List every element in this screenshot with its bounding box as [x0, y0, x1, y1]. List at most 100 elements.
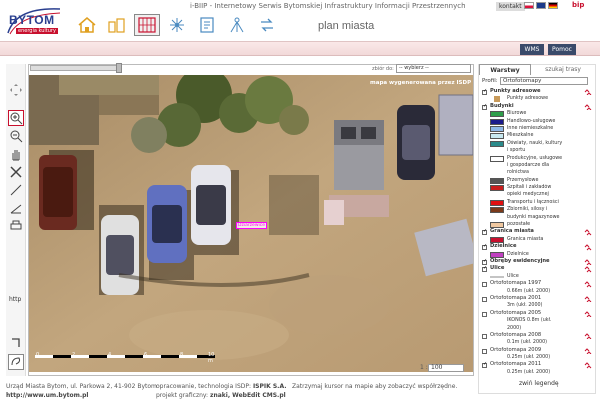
network-button[interactable] — [164, 14, 190, 36]
layer-row-8: i sportu — [481, 147, 594, 154]
http-link-label[interactable]: http — [9, 296, 21, 303]
layer-checkbox[interactable] — [482, 88, 487, 95]
fullscreen-button[interactable] — [8, 354, 24, 370]
footer-design-company[interactable]: znaki, WebEdit CMS.pl — [210, 392, 286, 399]
home-button[interactable] — [74, 14, 100, 36]
layer-checkbox[interactable] — [482, 228, 487, 236]
footer-url-text[interactable]: http://www.um.bytom.pl — [6, 392, 89, 399]
flag-de-icon[interactable] — [548, 2, 558, 9]
corner-tool-button[interactable] — [8, 334, 24, 350]
tab-warstwy[interactable]: Warstwy — [479, 64, 531, 75]
network-icon — [170, 18, 184, 32]
zoom-slider-handle[interactable] — [116, 63, 122, 73]
layer-row-9: Produkcyjne, usługowe — [481, 155, 594, 162]
layer-name: Obręby ewidencyjne — [490, 257, 550, 264]
document-button[interactable] — [194, 14, 220, 36]
legend-text: Mieszkalne — [507, 133, 534, 139]
legend-text: Szpitali i zakładów — [507, 185, 552, 191]
tab-pomoc[interactable]: Pomoc — [548, 44, 576, 55]
layer-checkbox[interactable] — [482, 282, 487, 288]
zoom-out-button[interactable] — [8, 128, 24, 144]
footer: Urząd Miasta Bytom, ul. Parkowa 2, 41-90… — [0, 378, 476, 413]
tab-bar — [0, 42, 600, 56]
layer-checkbox[interactable] — [482, 265, 487, 273]
flag-en-icon[interactable] — [536, 2, 546, 9]
legend-text: Oświaty, nauki, kultury — [507, 140, 563, 146]
legend-swatch — [490, 236, 504, 243]
layer-checkbox[interactable] — [482, 243, 487, 251]
layer-checkbox[interactable] — [482, 361, 487, 369]
legend-text: pozostałe — [507, 222, 531, 228]
buildings-button[interactable] — [104, 14, 130, 36]
legend-swatch — [490, 133, 504, 140]
measure-cross-button[interactable] — [8, 164, 24, 180]
transfer-button[interactable] — [254, 14, 280, 36]
zoom-scale-input[interactable]: 100 — [428, 364, 464, 372]
print-icon — [10, 220, 22, 230]
layer-checkbox[interactable] — [482, 103, 487, 110]
legend-text: Produkcyjne, usługowe — [507, 155, 563, 161]
legend-text: Punkty adresowe — [507, 96, 549, 102]
legend-text: Transportu i łączności — [507, 199, 559, 205]
layer-row-22: Dzielnice — [481, 251, 594, 258]
legend-text: 2000) — [507, 325, 522, 331]
survey-button[interactable] — [224, 14, 250, 36]
layer-row-11: rolnictwa — [481, 169, 594, 176]
layer-checkbox[interactable] — [482, 296, 487, 302]
layer-row-37: Ortofotomapa 2011 — [481, 361, 594, 369]
footer-tech-company[interactable]: ISPIK S.A. — [253, 383, 287, 390]
kontakt-link[interactable]: kontakt — [496, 2, 525, 11]
cross-icon — [10, 166, 22, 178]
layer-row-32: 2000) — [481, 325, 594, 332]
zbior-select[interactable]: -- wybierz -- — [396, 64, 471, 73]
pan-arrows-button[interactable] — [8, 82, 24, 98]
flag-pl-icon[interactable] — [524, 2, 534, 9]
layer-row-14: opieki medycznej — [481, 191, 594, 198]
measure-area-button[interactable] — [8, 200, 24, 216]
layer-row-19: Granica miasta — [481, 228, 594, 236]
zoom-in-button[interactable] — [8, 110, 24, 126]
layer-row-17: budynki magazynowe — [481, 214, 594, 221]
footer-url[interactable]: http://www.um.bytom.pl — [6, 392, 89, 399]
layer-row-0: Punkty adresowe — [481, 88, 594, 95]
layer-row-15: Transportu i łączności — [481, 199, 594, 206]
pencil-line-icon — [10, 184, 22, 196]
legend-swatch — [490, 199, 504, 206]
collapse-legend-link[interactable]: zwiń legendę — [519, 380, 559, 387]
pan-hand-button[interactable] — [8, 146, 24, 162]
document-icon — [200, 17, 214, 33]
legend-swatch — [490, 111, 504, 118]
tab-szukaj-trasy[interactable]: szukaj trasy — [535, 64, 591, 75]
bytom-logo[interactable]: BYTOM energia kultury — [6, 5, 62, 35]
profil-select[interactable]: Ortofotomapy — [500, 77, 588, 85]
layer-name: Ortofotomapa 2001 — [490, 294, 542, 301]
survey-tripod-icon — [230, 17, 244, 33]
scale-label-2: 2 — [72, 352, 76, 358]
layer-checkbox[interactable] — [482, 311, 487, 317]
print-button[interactable] — [8, 218, 24, 234]
bip-link[interactable]: bip — [572, 1, 584, 9]
layer-row-16: Zbiorniki, silosy i — [481, 206, 594, 214]
layer-row-33: Ortofotomapa 2008 — [481, 332, 594, 340]
home-icon — [78, 17, 96, 33]
layer-row-25: Ulice — [481, 273, 594, 280]
zoom-slider-track[interactable] — [30, 65, 120, 71]
map-plan-button[interactable] — [134, 14, 160, 36]
tab-wms[interactable]: WMS — [520, 44, 544, 55]
legend-swatch — [490, 207, 504, 214]
layer-checkbox[interactable] — [482, 333, 487, 339]
legend-text: budynki magazynowe — [507, 214, 560, 220]
legend-text: Dzielnice — [507, 251, 529, 257]
footer-tech: opracowanie, technologia ISDP: ISPIK S.A… — [156, 383, 287, 390]
city-plan-icon — [138, 17, 156, 33]
address-point-icon — [490, 96, 504, 103]
zoom-scale-box: 1 : 100 — [420, 364, 470, 373]
corner-icon — [12, 338, 20, 347]
legend-swatch — [490, 125, 504, 132]
layer-row-1: Punkty adresowe — [481, 95, 594, 103]
layer-checkbox[interactable] — [482, 258, 487, 265]
layer-row-27: 0.66m (ukł. 2000) — [481, 288, 594, 295]
page-title: plan miasta — [318, 20, 375, 32]
layer-checkbox[interactable] — [482, 348, 487, 354]
measure-line-button[interactable] — [8, 182, 24, 198]
